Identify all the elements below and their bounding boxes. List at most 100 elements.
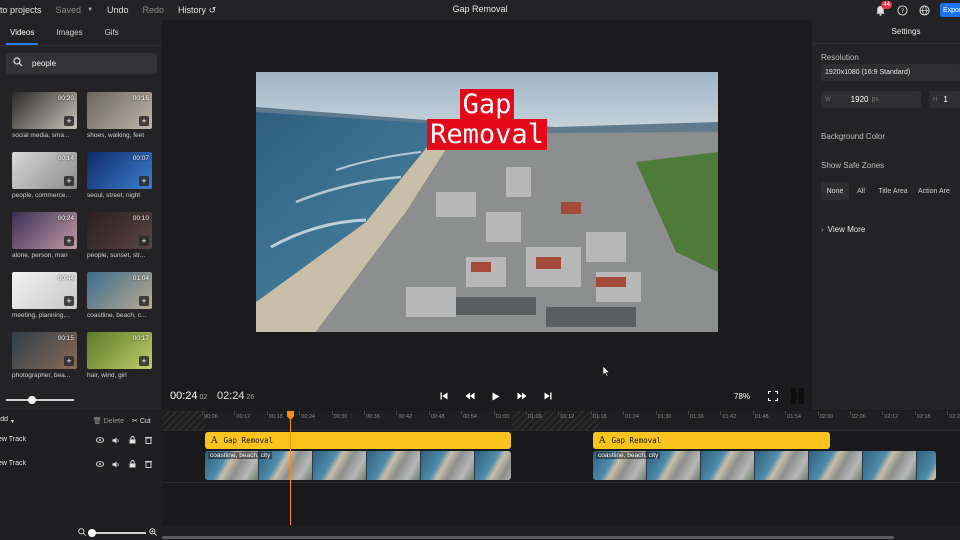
media-item[interactable]: 00:16 + shoes, walking, feet bbox=[87, 92, 152, 139]
zoom-in-icon[interactable] bbox=[149, 528, 157, 539]
slider-knob[interactable] bbox=[88, 529, 96, 537]
safe-zone-title-area[interactable]: Title Area bbox=[874, 182, 912, 200]
undo-button[interactable]: Undo bbox=[107, 5, 129, 15]
media-duration: 00:24 bbox=[57, 215, 74, 222]
media-thumbnail[interactable]: 00:07 + bbox=[87, 152, 152, 189]
media-item[interactable]: 00:07 + seoul, street, night bbox=[87, 152, 152, 199]
media-thumbnail[interactable]: 00:16 + bbox=[87, 92, 152, 129]
safe-zone-none[interactable]: None bbox=[821, 182, 849, 200]
export-button[interactable]: Export bbox=[940, 3, 960, 17]
add-media-icon[interactable]: + bbox=[64, 296, 74, 306]
height-value: 1 bbox=[943, 95, 948, 104]
ruler-tick bbox=[428, 411, 430, 415]
fast-forward-icon[interactable] bbox=[516, 390, 528, 402]
media-item[interactable]: 00:24 + alone, person, man bbox=[12, 212, 77, 259]
add-track-button[interactable]: Add ▼ bbox=[0, 416, 15, 425]
skip-to-start-icon[interactable] bbox=[438, 390, 450, 402]
trash-icon[interactable] bbox=[144, 436, 152, 444]
eye-icon[interactable] bbox=[96, 436, 104, 444]
add-media-icon[interactable]: + bbox=[139, 296, 149, 306]
lock-icon[interactable] bbox=[128, 460, 136, 468]
ruler-tick-label: 01:24 bbox=[625, 414, 639, 420]
video-text-overlay[interactable]: Gap Removal bbox=[256, 89, 718, 150]
globe-icon[interactable] bbox=[918, 4, 931, 17]
width-field[interactable]: W 1920 px bbox=[821, 91, 921, 108]
current-time-value: 00:24 bbox=[170, 390, 198, 402]
media-item[interactable]: 00:44 + meeting, planning,... bbox=[12, 272, 77, 319]
total-time: 02:24 26 bbox=[217, 390, 254, 402]
track-1-label[interactable]: New Track bbox=[0, 436, 26, 445]
view-more-button[interactable]: › View More bbox=[821, 225, 865, 234]
bell-icon[interactable]: 44 bbox=[874, 0, 892, 17]
cut-button[interactable]: ✂ Cut bbox=[132, 417, 151, 425]
media-item[interactable]: 00:20 + social media, sma... bbox=[12, 92, 77, 139]
add-media-icon[interactable]: + bbox=[64, 176, 74, 186]
zoom-level[interactable]: 78% bbox=[734, 392, 750, 401]
layout-toggle-icon[interactable] bbox=[790, 388, 804, 404]
history-button[interactable]: History ↺ bbox=[178, 5, 216, 16]
help-icon[interactable]: ? bbox=[896, 4, 909, 17]
media-item[interactable]: 00:17 + hair, wind, girl bbox=[87, 332, 152, 379]
video-canvas[interactable]: Gap Removal bbox=[256, 72, 718, 332]
slider-knob[interactable] bbox=[28, 396, 36, 404]
media-item[interactable]: 01:04 + coastline, beach, c... bbox=[87, 272, 152, 319]
lock-icon[interactable] bbox=[128, 436, 136, 444]
timeline-scrollbar[interactable] bbox=[162, 536, 894, 539]
resolution-value: 1920x1080 (16:9 Standard) bbox=[825, 69, 911, 76]
timeline-ruler[interactable]: 00:06 00:12 00:18 00:24 00:30 00:36 00:42 00:48… bbox=[162, 411, 960, 430]
media-duration: 00:10 bbox=[132, 215, 149, 222]
volume-icon[interactable] bbox=[112, 436, 120, 444]
add-media-icon[interactable]: + bbox=[64, 116, 74, 126]
media-thumbnail[interactable]: 00:14 + bbox=[12, 152, 77, 189]
timeline-zoom-slider[interactable] bbox=[88, 529, 146, 537]
play-icon[interactable] bbox=[490, 390, 502, 402]
fullscreen-icon[interactable] bbox=[767, 390, 779, 402]
add-media-icon[interactable]: + bbox=[64, 356, 74, 366]
video-clip-1[interactable]: coastline, beach, city bbox=[205, 451, 511, 480]
eye-icon[interactable] bbox=[96, 460, 104, 468]
playhead[interactable] bbox=[290, 411, 291, 530]
resolution-select[interactable]: 1920x1080 (16:9 Standard) bbox=[821, 64, 960, 81]
save-dropdown-icon[interactable]: ▼ bbox=[87, 7, 93, 13]
volume-icon[interactable] bbox=[112, 460, 120, 468]
text-clip-2[interactable]: A Gap Removal bbox=[593, 432, 830, 449]
media-search-input[interactable]: people bbox=[6, 53, 157, 74]
rewind-icon[interactable] bbox=[464, 390, 476, 402]
media-item[interactable]: 00:15 + photographer, bea... bbox=[12, 332, 77, 379]
safe-zone-all[interactable]: All bbox=[852, 182, 870, 200]
delete-button[interactable]: 🗑 Delete bbox=[93, 417, 124, 425]
ruler-tick bbox=[655, 411, 657, 415]
media-thumbnail[interactable]: 01:04 + bbox=[87, 272, 152, 309]
add-media-icon[interactable]: + bbox=[64, 236, 74, 246]
skip-to-end-icon[interactable] bbox=[542, 390, 554, 402]
media-item[interactable]: 00:14 + people, commerce... bbox=[12, 152, 77, 199]
search-icon bbox=[13, 57, 23, 70]
background-color-label[interactable]: Background Color bbox=[821, 132, 885, 141]
add-media-icon[interactable]: + bbox=[139, 236, 149, 246]
tab-videos[interactable]: Videos bbox=[6, 20, 39, 45]
safe-zone-action-area[interactable]: Action Are bbox=[918, 182, 960, 200]
add-media-icon[interactable]: + bbox=[139, 356, 149, 366]
clip-frame bbox=[809, 451, 863, 480]
media-thumbnail[interactable]: 00:17 + bbox=[87, 332, 152, 369]
ruler-tick-label: 02:12 bbox=[884, 414, 899, 420]
height-field[interactable]: H 1 bbox=[929, 91, 960, 108]
back-to-projects-link[interactable]: to projects bbox=[0, 5, 42, 15]
trash-icon[interactable] bbox=[144, 460, 152, 468]
redo-button[interactable]: Redo bbox=[143, 5, 165, 15]
media-thumbnail[interactable]: 00:44 + bbox=[12, 272, 77, 309]
text-clip-1[interactable]: A Gap Removal bbox=[205, 432, 511, 449]
zoom-out-icon[interactable] bbox=[78, 528, 86, 539]
add-media-icon[interactable]: + bbox=[139, 176, 149, 186]
media-item[interactable]: 00:10 + people, sunset, str... bbox=[87, 212, 152, 259]
tab-gifs[interactable]: Gifs bbox=[101, 20, 123, 45]
media-thumbnail[interactable]: 00:10 + bbox=[87, 212, 152, 249]
media-thumbnail[interactable]: 00:20 + bbox=[12, 92, 77, 129]
video-clip-2[interactable]: coastline, beach, city bbox=[593, 451, 936, 480]
tab-images[interactable]: Images bbox=[52, 20, 86, 45]
media-thumbnail[interactable]: 00:24 + bbox=[12, 212, 77, 249]
media-thumbnail[interactable]: 00:15 + bbox=[12, 332, 77, 369]
track-2-label[interactable]: New Track bbox=[0, 460, 26, 469]
add-media-icon[interactable]: + bbox=[139, 116, 149, 126]
thumbnail-size-slider[interactable] bbox=[6, 396, 74, 404]
